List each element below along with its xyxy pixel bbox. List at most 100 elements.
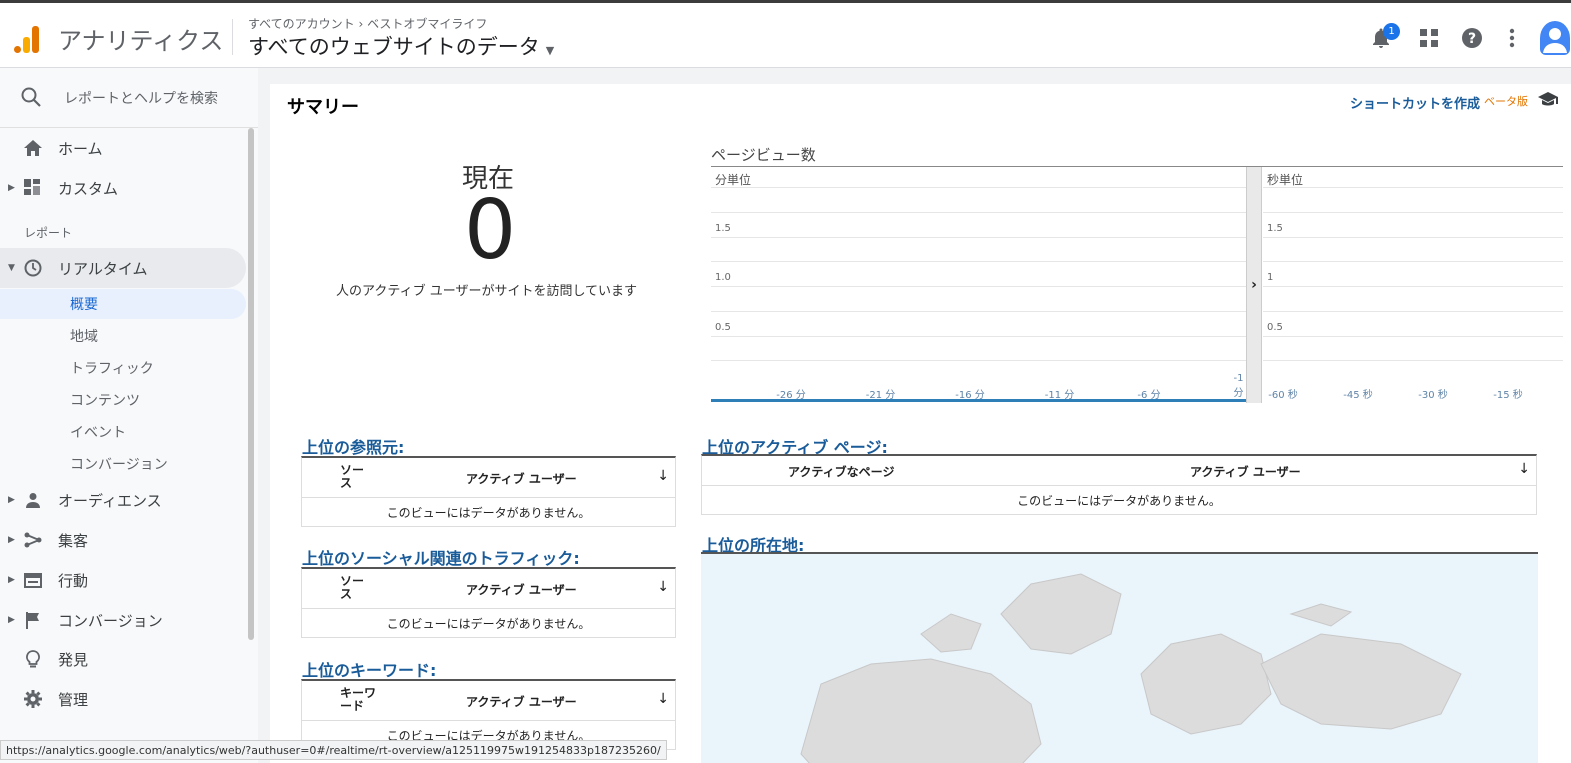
sidebar-subitem-label: 地域 xyxy=(70,329,98,345)
column-header-active-page[interactable]: アクティブなページ xyxy=(788,463,894,480)
sidebar-item-discover[interactable]: 発見 xyxy=(0,639,246,679)
world-map-shapes xyxy=(800,573,1462,763)
sidebar-item-home[interactable]: ホーム xyxy=(0,128,246,168)
search-icon xyxy=(21,87,41,107)
active-users-count: 0 xyxy=(464,183,517,278)
sidebar-subitem-traffic[interactable]: トラフィック xyxy=(0,353,246,383)
home-icon xyxy=(22,137,44,159)
chart-gridline xyxy=(1263,236,1563,238)
chart-gridline xyxy=(711,310,1246,312)
chart-gridline xyxy=(711,261,1246,263)
content-gutter-top xyxy=(258,68,1571,84)
content-gutter xyxy=(258,68,270,763)
sidebar-item-acquisition[interactable]: ▶ 集客 xyxy=(0,520,246,560)
column-header-active-users[interactable]: アクティブ ユーザー xyxy=(1190,463,1301,480)
table-header: ソース アクティブ ユーザー ↓ xyxy=(302,458,675,498)
chevron-right-icon: ▶ xyxy=(8,615,15,625)
notification-badge: 1 xyxy=(1383,23,1400,40)
sidebar-subitem-locations[interactable]: 地域 xyxy=(0,321,246,351)
more-vert-icon[interactable] xyxy=(1499,25,1525,51)
pageviews-per-second-chart: 秒単位 0.5 1 1.5 -60 秒 -45 秒 -30 秒 -15 秒 xyxy=(1263,167,1563,403)
sidebar-search[interactable]: レポートとヘルプを検索 xyxy=(0,68,258,128)
svg-text:?: ? xyxy=(1468,31,1476,47)
account-avatar[interactable] xyxy=(1540,21,1570,55)
sidebar-item-label: 行動 xyxy=(58,571,89,590)
chart-y-tick-label: 1.5 xyxy=(715,222,731,234)
chart-gridline xyxy=(711,286,1246,287)
chevron-right-icon: ▶ xyxy=(8,495,15,505)
chart-splitter-chevron-right-icon[interactable]: › xyxy=(1246,167,1262,403)
top-social-title: 上位のソーシャル関連のトラフィック: xyxy=(302,549,580,568)
column-header-active-users[interactable]: アクティブ ユーザー xyxy=(466,693,577,710)
column-header-active-users[interactable]: アクティブ ユーザー xyxy=(466,470,577,487)
chart-x-tick-label: -45 秒 xyxy=(1343,390,1373,401)
person-icon xyxy=(22,489,44,511)
chart-y-tick-label: 1.5 xyxy=(1267,222,1283,234)
create-shortcut-link[interactable]: ショートカットを作成 xyxy=(1350,93,1480,112)
chart-x-tick-label: -1 分 xyxy=(1233,373,1244,399)
empty-message: このビューにはデータがありません。 xyxy=(1017,493,1221,508)
analytics-logo-icon[interactable] xyxy=(12,23,42,53)
beta-badge: ベータ版 xyxy=(1484,95,1528,108)
app-name: アナリティクス xyxy=(58,27,224,55)
column-header-active-users[interactable]: アクティブ ユーザー xyxy=(466,581,577,598)
lightbulb-icon xyxy=(22,648,44,670)
empty-message: このビューにはデータがありません。 xyxy=(386,616,591,631)
apps-grid-icon[interactable] xyxy=(1416,25,1442,51)
sidebar-item-audience[interactable]: ▶ オーディエンス xyxy=(0,480,246,520)
sidebar-item-realtime[interactable]: ▼ リアルタイム xyxy=(0,248,246,288)
sidebar-subitem-content[interactable]: コンテンツ xyxy=(0,385,246,415)
sidebar-subitem-events[interactable]: イベント xyxy=(0,417,246,447)
top-active-pages-table: アクティブなページ アクティブ ユーザー ↓ このビューにはデータがありません。 xyxy=(701,454,1537,515)
flag-icon xyxy=(22,609,44,631)
sidebar-item-label: リアルタイム xyxy=(58,259,148,278)
sidebar-subitem-conversions[interactable]: コンバージョン xyxy=(0,449,246,479)
top-bar: アナリティクス すべてのアカウント › ベストオブマイライフ すべてのウェブサイ… xyxy=(0,0,1571,68)
sidebar-item-label: ホーム xyxy=(58,139,103,158)
graduation-cap-icon[interactable] xyxy=(1537,90,1559,108)
table-header: アクティブなページ アクティブ ユーザー ↓ xyxy=(702,456,1536,486)
chart-gridline xyxy=(1263,335,1563,337)
help-icon[interactable]: ? xyxy=(1459,25,1485,51)
world-map[interactable] xyxy=(701,552,1538,763)
sidebar-item-label: 管理 xyxy=(58,690,89,709)
reports-section-label: レポート xyxy=(24,226,73,240)
search-input[interactable]: レポートとヘルプを検索 xyxy=(64,88,218,108)
sort-arrow-down-icon[interactable]: ↓ xyxy=(657,579,669,595)
pageviews-per-minute-chart: 分単位 0.5 1.0 1.5 -26 分 -21 分 -16 分 -11 分 -6 分 -1 … xyxy=(711,167,1246,403)
sidebar-subitem-overview[interactable]: 概要 xyxy=(0,289,246,319)
sort-arrow-down-icon[interactable]: ↓ xyxy=(657,468,669,484)
sort-arrow-down-icon[interactable]: ↓ xyxy=(1518,461,1530,477)
column-header-source[interactable]: ソース xyxy=(340,464,370,489)
breadcrumb[interactable]: すべてのアカウント › ベストオブマイライフ xyxy=(248,15,487,32)
active-users-description: 人のアクティブ ユーザーがサイトを訪問しています xyxy=(336,284,638,299)
sidebar-item-custom[interactable]: ▶ カスタム xyxy=(0,168,246,208)
chart-x-tick-label: -15 秒 xyxy=(1493,390,1523,401)
sidebar-scrollbar[interactable] xyxy=(248,128,254,640)
table-header: ソース アクティブ ユーザー ↓ xyxy=(302,569,675,609)
chart-x-tick-label: -30 秒 xyxy=(1418,390,1448,401)
sidebar-item-label: 発見 xyxy=(58,650,89,669)
view-title: すべてのウェブサイトのデータ xyxy=(248,35,540,59)
chevron-right-icon: ▶ xyxy=(8,183,15,193)
chevron-down-icon: ▼ xyxy=(545,44,555,57)
chart-gridline xyxy=(711,187,1246,188)
chart-series-line xyxy=(711,399,1246,402)
behavior-icon xyxy=(22,569,44,591)
chart-gridline xyxy=(1263,261,1563,263)
sort-arrow-down-icon[interactable]: ↓ xyxy=(657,691,669,707)
empty-message: このビューにはデータがありません。 xyxy=(386,505,591,520)
sidebar-item-admin[interactable]: 管理 xyxy=(0,679,246,719)
pageviews-title: ページビュー数 xyxy=(711,146,816,164)
sidebar-subitem-label: 概要 xyxy=(70,297,98,313)
sidebar-item-label: カスタム xyxy=(58,179,119,198)
view-selector[interactable]: すべてのウェブサイトのデータ ▼ xyxy=(248,31,554,61)
chart-y-tick-label: 0.5 xyxy=(715,321,731,333)
sidebar-item-label: コンバージョン xyxy=(58,611,163,630)
column-header-source[interactable]: ソース xyxy=(340,575,370,600)
sidebar-item-conversions[interactable]: ▶ コンバージョン xyxy=(0,600,246,640)
table-header: キーワード アクティブ ユーザー ↓ xyxy=(302,681,675,721)
column-header-keyword[interactable]: キーワード xyxy=(340,687,380,712)
chevron-right-icon: ▶ xyxy=(8,575,15,585)
sidebar-item-behavior[interactable]: ▶ 行動 xyxy=(0,560,246,600)
